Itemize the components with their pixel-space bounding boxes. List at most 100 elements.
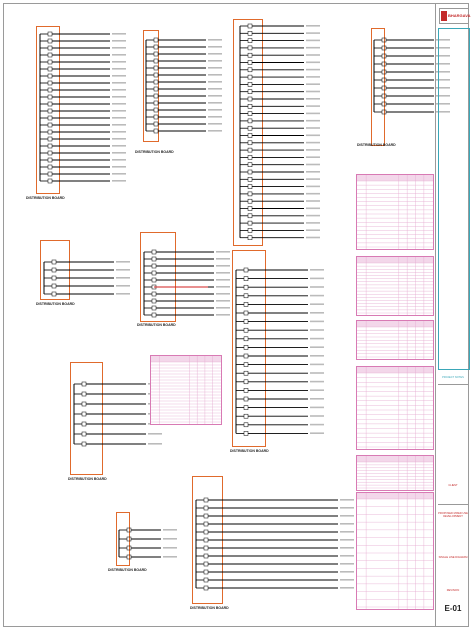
p3-breaker-symbol bbox=[247, 133, 253, 138]
p10-breaker-symbol bbox=[203, 513, 209, 519]
p3-breaker-symbol bbox=[247, 67, 253, 73]
p2-breaker-symbol bbox=[153, 93, 159, 99]
p1-feeder-label bbox=[112, 145, 126, 147]
p5-feeder-label bbox=[116, 261, 130, 263]
load-schedule-s7 bbox=[150, 355, 222, 425]
panel-p2-caption: DISTRIBUTION BOARD bbox=[135, 150, 174, 154]
p5-breaker-symbol bbox=[51, 291, 57, 297]
p5-feeder-label bbox=[116, 293, 130, 295]
p2-breaker-symbol bbox=[153, 121, 159, 127]
p3-feeder-label bbox=[306, 200, 320, 202]
schedule-grid bbox=[357, 257, 433, 315]
p8-breaker-symbol bbox=[81, 381, 87, 387]
p2-feeder-label bbox=[208, 67, 222, 69]
p7-breaker-symbol bbox=[243, 276, 249, 281]
p1-feeder-label bbox=[112, 61, 126, 63]
p10-breaker-symbol bbox=[203, 585, 209, 591]
schedule-grid bbox=[357, 175, 433, 249]
p7-feeder-label bbox=[310, 355, 324, 357]
p7-feeder-label bbox=[310, 286, 324, 288]
p10-feeder-label bbox=[340, 499, 354, 501]
project-name: PROPOSED MIXED USE DEVELOPMENT bbox=[438, 512, 468, 518]
p1-feeder-label bbox=[112, 54, 126, 56]
p3-breaker-symbol bbox=[247, 74, 253, 80]
p7-feeder-label bbox=[310, 346, 324, 348]
p10-breaker-symbol bbox=[203, 577, 209, 583]
p1-feeder-label bbox=[112, 152, 126, 154]
panel-p6-caption: DISTRIBUTION BOARD bbox=[137, 323, 176, 327]
p9-feeder-label bbox=[163, 556, 177, 558]
p6-feeder-label bbox=[216, 251, 230, 253]
p3-feeder-label bbox=[306, 134, 320, 137]
p1-feeder-label bbox=[112, 124, 126, 126]
p1-breaker-symbol bbox=[47, 80, 53, 86]
p3-breaker-symbol bbox=[247, 125, 253, 131]
panel-p7-caption: DISTRIBUTION BOARD bbox=[230, 449, 269, 453]
p9-feeder-label bbox=[163, 538, 177, 540]
p2-feeder-label bbox=[208, 102, 222, 104]
p1-breaker-symbol bbox=[47, 73, 53, 79]
p7-feeder-label bbox=[310, 320, 324, 323]
p7-breaker-symbol bbox=[243, 302, 249, 307]
p1-breaker-symbol bbox=[47, 143, 53, 149]
p1-breaker-symbol bbox=[47, 52, 53, 58]
p3-breaker-symbol bbox=[247, 82, 253, 87]
p4-breaker-symbol bbox=[381, 85, 387, 91]
p1-feeder-label bbox=[112, 131, 126, 133]
p6-feeder-label bbox=[216, 279, 230, 281]
p1-breaker-symbol bbox=[47, 178, 53, 184]
p1-feeder-label bbox=[112, 110, 126, 112]
p9-breaker-symbol bbox=[126, 545, 132, 551]
p10-feeder-label bbox=[340, 523, 354, 525]
schedule-grid bbox=[357, 493, 433, 609]
panel-p1-caption: DISTRIBUTION BOARD bbox=[26, 196, 65, 200]
p3-breaker-symbol bbox=[247, 147, 253, 153]
p1-feeder-label bbox=[112, 47, 126, 49]
p7-feeder-label bbox=[310, 389, 324, 391]
p10-breaker-symbol bbox=[203, 537, 209, 543]
p3-feeder-label bbox=[306, 178, 320, 180]
p2-breaker-symbol bbox=[153, 79, 159, 85]
p7-feeder-label bbox=[310, 269, 324, 271]
p8-breaker-symbol bbox=[81, 401, 87, 407]
schedule-grid bbox=[357, 321, 433, 359]
p6-feeder-label bbox=[216, 314, 230, 316]
p10-feeder-label bbox=[340, 547, 354, 549]
p2-breaker-symbol bbox=[153, 114, 159, 120]
p3-feeder-label bbox=[306, 192, 320, 195]
p3-feeder-label bbox=[306, 171, 320, 173]
p7-feeder-label bbox=[310, 372, 324, 374]
schedule-header bbox=[357, 175, 433, 181]
p7-breaker-symbol bbox=[243, 327, 249, 333]
p8-breaker-symbol bbox=[81, 391, 87, 397]
p7-feeder-label bbox=[310, 406, 324, 409]
p1-feeder-label bbox=[112, 33, 126, 35]
p6-breaker-symbol bbox=[151, 277, 157, 283]
p3-breaker-symbol bbox=[247, 206, 253, 211]
p8-feeder-label bbox=[148, 433, 162, 435]
p3-feeder-label bbox=[306, 112, 320, 115]
p2-feeder-label bbox=[208, 39, 222, 41]
p10-feeder-label bbox=[340, 531, 354, 533]
logo-text: BHARGAVA bbox=[448, 13, 471, 18]
p3-breaker-symbol bbox=[247, 118, 253, 124]
drawing-number: E-01 bbox=[444, 604, 462, 613]
p6-breaker-symbol bbox=[151, 305, 157, 311]
p1-feeder-label bbox=[112, 40, 126, 42]
p2-breaker-symbol bbox=[153, 58, 159, 64]
p7-breaker-symbol bbox=[243, 370, 249, 376]
p1-feeder-label bbox=[112, 103, 126, 105]
schedule-grid bbox=[357, 456, 433, 490]
p2-breaker-symbol bbox=[153, 51, 159, 57]
p3-breaker-symbol bbox=[247, 191, 253, 197]
p1-breaker-symbol bbox=[47, 94, 53, 100]
p9-feeder-label bbox=[163, 529, 177, 531]
p3-breaker-symbol bbox=[247, 52, 253, 58]
p3-feeder-label bbox=[306, 185, 320, 188]
p6-breaker-symbol bbox=[151, 256, 157, 262]
p7-breaker-symbol bbox=[243, 345, 249, 350]
p5-breaker-symbol bbox=[51, 259, 57, 265]
p2-breaker-symbol bbox=[153, 44, 159, 50]
p2-breaker-symbol bbox=[153, 107, 159, 113]
p10-breaker-symbol bbox=[203, 521, 209, 527]
